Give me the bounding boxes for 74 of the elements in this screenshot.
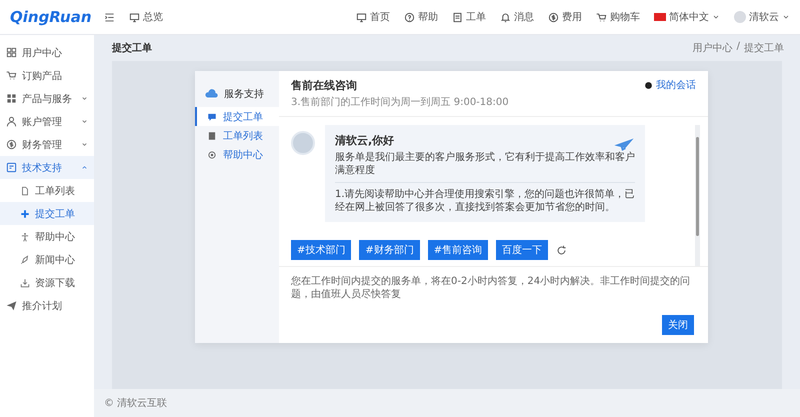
avatar-icon — [734, 11, 746, 23]
nav-link[interactable]: 消息 — [500, 10, 534, 24]
download-icon — [20, 278, 30, 288]
close-button[interactable]: 关闭 — [662, 315, 694, 335]
person-icon — [20, 232, 30, 242]
nav-link[interactable]: 费用 — [548, 10, 582, 24]
breadcrumb-link[interactable]: 用户中心 — [692, 41, 733, 55]
caret-icon — [712, 13, 720, 21]
grid-icon — [6, 47, 17, 58]
coin-icon — [548, 12, 559, 22]
dialog-subtitle: 3.售前部门的工作时间为周一到周五 9:00-18:00 — [291, 96, 509, 109]
quick-reply-button[interactable]: #财务部门 — [359, 240, 420, 260]
sidebar-item[interactable]: 产品与服务 — [0, 87, 94, 110]
dialog-nav-item[interactable]: 帮助中心 — [195, 145, 279, 164]
person-icon — [6, 116, 17, 127]
rocket-icon — [20, 254, 30, 264]
intro-text: 服务单是我们最主要的客户服务形式，它有利于提高工作效率和客户满意程度 — [335, 151, 635, 177]
gear-icon — [207, 150, 217, 160]
sidebar-item[interactable]: 用户中心 — [0, 41, 94, 64]
flag-icon — [654, 13, 666, 21]
sidebar-item[interactable]: 订购产品 — [0, 64, 94, 87]
chat-icon — [207, 112, 217, 122]
plus-icon — [20, 208, 30, 218]
sidebar-item[interactable]: 财务管理 — [0, 133, 94, 156]
sidebar-item[interactable]: 账户管理 — [0, 110, 94, 133]
grid-icon — [6, 93, 17, 104]
quick-reply-button[interactable]: 百度一下 — [496, 240, 548, 260]
cart-icon — [6, 70, 17, 81]
my-sessions-link[interactable]: 我的会话 — [644, 78, 696, 92]
document-icon — [20, 186, 30, 196]
avatar-icon — [291, 131, 315, 155]
menu-icon — [104, 12, 115, 22]
user-menu[interactable]: 清软云 — [734, 10, 790, 24]
notice-text: 您在工作时间内提交的服务单，将在0-2小时内答复，24小时内解决。非工作时间提交的问题，由值班人员尽快答复 — [279, 266, 708, 309]
logo[interactable]: QingRuan — [10, 8, 90, 26]
scrollbar[interactable] — [695, 125, 700, 266]
breadcrumb-link[interactable]: 提交工单 — [744, 41, 784, 55]
language-selector[interactable]: 简体中文 — [654, 10, 720, 24]
greeting-text: 清软云,你好 — [335, 133, 394, 148]
nav-link[interactable]: 购物车 — [596, 10, 640, 24]
sidebar-subitem[interactable]: 提交工单 — [0, 202, 94, 225]
quick-reply-button[interactable]: #技术部门 — [291, 240, 352, 260]
paper-plane-icon — [6, 300, 17, 311]
tip-text: 1.请先阅读帮助中心并合理使用搜索引擎，您的问题也许很简单，已经在网上被回答了很多次，直接找到答案会更加节省您的时间。 — [335, 188, 635, 214]
dialog-title: 售前在线咨询 — [291, 78, 358, 93]
monitor-icon — [356, 12, 367, 22]
help-icon — [404, 12, 415, 22]
bell-icon — [500, 12, 511, 22]
panel-icon — [6, 162, 17, 173]
footer-text: © 清软云互联 — [94, 389, 800, 417]
sidebar-subitem[interactable]: 帮助中心 — [0, 225, 94, 248]
sidebar-subitem[interactable]: 新闻中心 — [0, 248, 94, 271]
quick-reply-button[interactable]: #售前咨询 — [428, 240, 488, 260]
dialog-sidebar-title: 服务支持 — [224, 88, 264, 101]
nav-link[interactable]: 首页 — [356, 10, 390, 24]
refresh-icon — [556, 244, 568, 256]
monitor-icon — [129, 12, 140, 22]
page-title: 提交工单 — [112, 41, 152, 55]
breadcrumb-separator: / — [736, 41, 740, 54]
chat-bubble-icon — [644, 80, 653, 90]
cart-icon — [596, 12, 607, 22]
caret-icon — [782, 13, 790, 21]
sidebar-item[interactable]: 技术支持 — [0, 156, 94, 179]
nav-link[interactable]: 工单 — [452, 10, 486, 24]
dialog-nav-item[interactable]: 提交工单 — [195, 107, 279, 126]
overview-link[interactable]: 总览 — [129, 10, 163, 24]
sidebar-subitem[interactable]: 资源下载 — [0, 271, 94, 294]
dialog-nav-item[interactable]: 工单列表 — [195, 126, 279, 145]
coin-icon — [6, 139, 17, 150]
document-icon — [452, 12, 463, 22]
sidebar-item[interactable]: 推介计划 — [0, 294, 94, 317]
nav-link[interactable]: 帮助 — [404, 10, 438, 24]
sidebar-subitem[interactable]: 工单列表 — [0, 179, 94, 202]
book-icon — [207, 130, 217, 140]
